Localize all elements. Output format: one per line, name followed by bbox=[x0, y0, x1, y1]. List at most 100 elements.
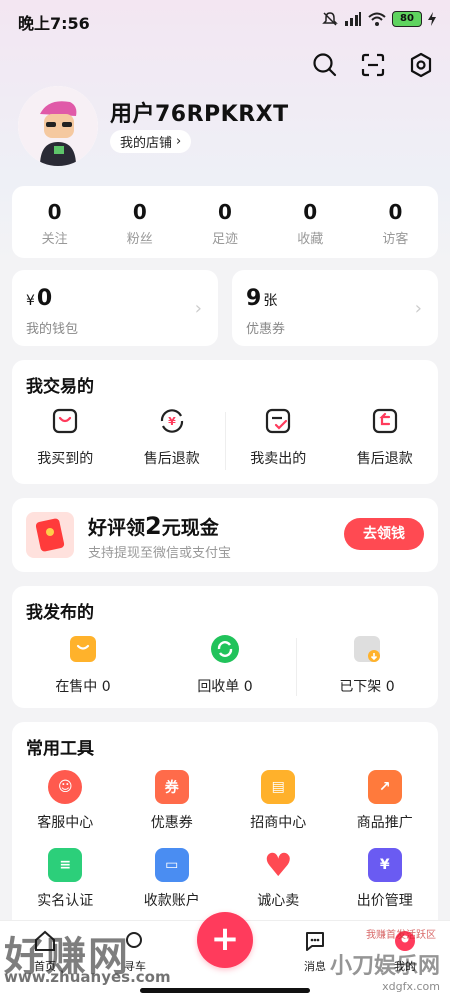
section-title: 常用工具 bbox=[26, 739, 94, 759]
tool-label: 诚心卖 bbox=[257, 893, 300, 909]
chevron-right-icon: › bbox=[176, 134, 182, 149]
signal-icon bbox=[345, 12, 361, 26]
promo-subtitle: 支持提现至微信或支付宝 bbox=[88, 546, 232, 561]
trade-label: 售后退款 bbox=[356, 451, 413, 467]
tool-label: 出价管理 bbox=[356, 893, 413, 909]
trade-item-refund-buy[interactable]: ¥ 售后退款 bbox=[119, 406, 226, 468]
coupon-card[interactable]: 9 张 优惠券 › bbox=[232, 270, 438, 346]
wallet-card[interactable]: ¥ 0 我的钱包 › bbox=[12, 270, 218, 346]
status-icons: 80 bbox=[322, 11, 436, 27]
off-shelf-item[interactable]: 已下架 0 bbox=[296, 634, 438, 696]
tool-id-verify[interactable]: ≡ 实名认证 bbox=[12, 848, 119, 910]
header-actions bbox=[312, 52, 434, 78]
tool-merchant-center[interactable]: ▤ 招商中心 bbox=[225, 770, 332, 832]
promo-title-suffix: 元现金 bbox=[161, 517, 219, 539]
tool-coupon[interactable]: 券优惠券 bbox=[119, 770, 226, 832]
status-bar: 晚上7:56 80 bbox=[0, 0, 450, 40]
watermark-url: www.zhuanyes.com bbox=[4, 968, 171, 986]
watermark-url-right: xdgfx.com bbox=[382, 980, 440, 993]
tool-payment-account[interactable]: ▭ 收款账户 bbox=[119, 848, 226, 910]
tool-bid-management[interactable]: ¥ 出价管理 bbox=[332, 848, 439, 910]
wallet-balance: 0 bbox=[36, 286, 53, 311]
watermark-small-text: 我赚首发活跃区 bbox=[366, 930, 436, 941]
watermark-text-right: 小刀娱乐网 bbox=[329, 954, 440, 979]
tool-label: 招商中心 bbox=[250, 815, 307, 831]
promotion-icon: ↗ bbox=[367, 770, 402, 804]
trade-item-bought[interactable]: 我买到的 bbox=[12, 406, 119, 468]
home-indicator[interactable] bbox=[140, 988, 310, 993]
publish-label: 回收单 0 bbox=[197, 679, 253, 695]
stat-label: 足迹 bbox=[212, 232, 239, 247]
claim-cash-button[interactable]: 去领钱 bbox=[344, 518, 424, 550]
section-title: 我发布的 bbox=[26, 603, 94, 623]
username: 用户76RPKRXT bbox=[110, 102, 289, 127]
svg-text:¥: ¥ bbox=[168, 415, 176, 428]
stat-favorites[interactable]: 0 收藏 bbox=[268, 186, 353, 258]
publish-fab-button[interactable]: + bbox=[197, 912, 253, 968]
publish-label: 已下架 0 bbox=[339, 679, 395, 695]
heart-icon: ♥ bbox=[263, 846, 293, 884]
card-icon: ▭ bbox=[154, 848, 189, 882]
battery-indicator: 80 bbox=[392, 11, 422, 27]
stat-value: 0 bbox=[388, 200, 403, 224]
stat-following[interactable]: 0 关注 bbox=[12, 186, 97, 258]
tool-label: 实名认证 bbox=[37, 893, 94, 909]
stat-value: 0 bbox=[218, 200, 232, 224]
tool-sincere-sell[interactable]: ♥ 诚心卖 bbox=[225, 846, 332, 910]
chevron-right-icon: › bbox=[194, 298, 202, 319]
wallet-amount: ¥ 0 bbox=[26, 286, 52, 311]
trade-label: 售后退款 bbox=[143, 451, 200, 467]
red-packet-icon bbox=[26, 512, 74, 558]
coupon-count: 9 bbox=[246, 286, 262, 311]
stat-value: 0 bbox=[303, 200, 318, 224]
store-icon: ▤ bbox=[261, 770, 296, 804]
settings-icon[interactable] bbox=[408, 52, 434, 78]
my-store-button[interactable]: 我的店铺 › bbox=[110, 130, 192, 153]
tool-customer-service[interactable]: ☺ 客服中心 bbox=[12, 770, 119, 832]
stat-value: 0 bbox=[47, 200, 62, 224]
avatar[interactable] bbox=[18, 86, 98, 166]
stat-visitors[interactable]: 0 访客 bbox=[353, 186, 438, 258]
bid-icon: ¥ bbox=[367, 848, 402, 882]
trade-label: 我卖出的 bbox=[250, 451, 307, 467]
promo-amount: 2 bbox=[145, 512, 162, 540]
trade-label: 我买到的 bbox=[37, 451, 94, 467]
published-section: 我发布的 在售中 0 回收单 0 已下架 0 bbox=[12, 586, 438, 708]
search-icon[interactable] bbox=[312, 52, 338, 78]
coupon-amount: 9 张 bbox=[246, 286, 277, 311]
stat-history[interactable]: 0 足迹 bbox=[182, 186, 267, 258]
review-reward-banner[interactable]: 好评领2元现金 支持提现至微信或支付宝 去领钱 bbox=[12, 498, 438, 572]
trade-item-refund-sell[interactable]: 售后退款 bbox=[332, 406, 439, 468]
stat-label: 收藏 bbox=[297, 232, 324, 247]
on-sale-icon bbox=[70, 636, 96, 662]
message-icon bbox=[306, 932, 324, 951]
publish-label: 在售中 0 bbox=[55, 679, 111, 695]
refund-icon: ¥ bbox=[160, 409, 183, 433]
section-title: 我交易的 bbox=[26, 377, 94, 397]
charging-icon bbox=[428, 12, 436, 26]
bag-icon bbox=[53, 408, 78, 434]
id-verify-icon: ≡ bbox=[48, 848, 83, 882]
recycle-icon bbox=[211, 635, 239, 663]
sold-icon bbox=[266, 408, 291, 434]
coupon-unit: 张 bbox=[263, 293, 278, 309]
stat-fans[interactable]: 0 粉丝 bbox=[97, 186, 182, 258]
tool-label: 商品推广 bbox=[356, 815, 413, 831]
on-sale-item[interactable]: 在售中 0 bbox=[12, 634, 154, 696]
chevron-right-icon: › bbox=[414, 298, 422, 319]
trade-item-sold[interactable]: 我卖出的 bbox=[225, 406, 332, 468]
recycle-item[interactable]: 回收单 0 bbox=[154, 634, 296, 696]
status-time: 晚上7:56 bbox=[18, 14, 90, 33]
tool-label: 客服中心 bbox=[37, 815, 94, 831]
stat-label: 访客 bbox=[382, 232, 409, 247]
currency-symbol: ¥ bbox=[26, 293, 35, 309]
my-store-label: 我的店铺 bbox=[120, 136, 173, 151]
return-icon bbox=[372, 408, 397, 434]
off-shelf-icon bbox=[354, 636, 380, 662]
stats-card: 0 关注 0 粉丝 0 足迹 0 收藏 0 访客 bbox=[12, 186, 438, 258]
tool-product-promotion[interactable]: ↗ 商品推广 bbox=[332, 770, 439, 832]
stat-label: 关注 bbox=[41, 232, 68, 247]
customer-service-icon: ☺ bbox=[48, 770, 83, 804]
mute-icon bbox=[322, 12, 338, 26]
scan-icon[interactable] bbox=[360, 52, 386, 78]
